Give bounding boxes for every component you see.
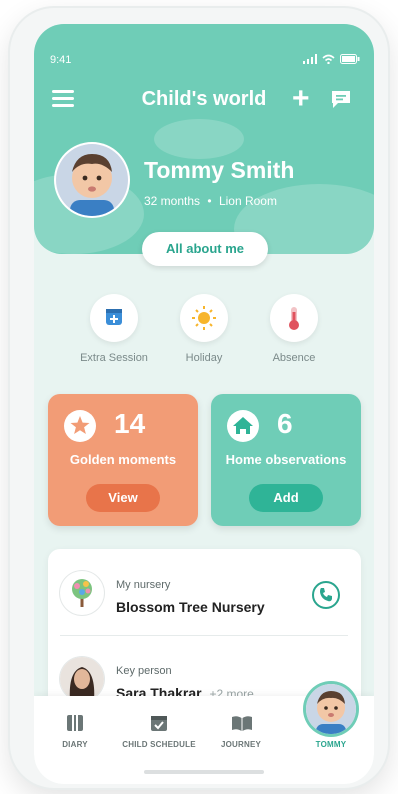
tab-diary[interactable]: DIARY	[34, 714, 120, 749]
golden-moments-label: Golden moments	[69, 452, 177, 467]
page-title: Child's world	[141, 88, 267, 110]
chat-icon	[332, 91, 350, 108]
home-observations-label: Home observations	[225, 452, 347, 467]
child-name: Tommy Smith	[144, 157, 295, 183]
tab-label: CHILD SCHEDULE	[122, 740, 196, 749]
nursery-caption: My nursery	[116, 579, 171, 591]
tab-journey[interactable]: JOURNEY	[196, 714, 286, 749]
message-button[interactable]	[330, 89, 352, 109]
all-about-me-button[interactable]: All about me	[142, 232, 268, 266]
tree-icon	[72, 579, 92, 607]
book-icon	[232, 716, 252, 731]
key-person-caption: Key person	[116, 665, 172, 677]
app-screen: 9:41 Child's world + Tommy Smith 32 mont…	[34, 24, 374, 784]
child-photo	[56, 144, 128, 216]
tommy-photo	[306, 684, 356, 734]
home-indicator[interactable]	[144, 770, 264, 774]
add-observation-button[interactable]: Add	[249, 484, 323, 512]
quick-action-absence[interactable]: Absence	[254, 294, 334, 364]
home-observations-card[interactable]: 6 Home observations Add	[211, 394, 361, 526]
house-badge	[227, 410, 259, 442]
star-badge	[64, 410, 96, 442]
wifi-icon	[322, 54, 335, 64]
add-button[interactable]: +	[292, 84, 310, 114]
nursery-logo	[60, 571, 104, 615]
status-bar: 9:41	[50, 54, 360, 66]
calendar-plus-icon	[106, 309, 122, 325]
view-button[interactable]: View	[86, 484, 160, 512]
battery-icon	[340, 54, 360, 64]
tab-child-schedule[interactable]: CHILD SCHEDULE	[114, 714, 204, 749]
quick-action-extra-session[interactable]: Extra Session	[74, 294, 154, 364]
child-avatar[interactable]	[56, 144, 128, 216]
thermometer-icon	[289, 307, 299, 330]
signal-icon	[303, 54, 317, 64]
diary-icon	[67, 715, 83, 731]
tab-label: TOMMY	[315, 740, 347, 749]
golden-moments-count: 14	[114, 408, 146, 439]
detail-separator: •	[207, 194, 212, 208]
header-banner: 9:41 Child's world + Tommy Smith 32 mont…	[34, 24, 374, 254]
quick-action-holiday[interactable]: Holiday	[164, 294, 244, 364]
child-room: Lion Room	[218, 194, 277, 208]
sun-icon	[192, 306, 216, 330]
divider	[60, 635, 348, 636]
home-observations-count: 6	[277, 408, 293, 439]
call-nursery-button[interactable]	[312, 581, 340, 609]
key-person-avatar	[60, 657, 104, 701]
phone-frame: 9:41 Child's world + Tommy Smith 32 mont…	[10, 8, 388, 788]
avatar[interactable]	[306, 684, 356, 734]
child-details: 32 months • Lion Room	[144, 194, 277, 208]
quick-action-label: Holiday	[185, 352, 223, 364]
child-age: 32 months	[144, 194, 201, 208]
nursery-name: Blossom Tree Nursery	[116, 599, 265, 615]
quick-action-label: Absence	[272, 352, 316, 364]
tab-label: JOURNEY	[220, 740, 262, 749]
schedule-icon	[151, 716, 167, 731]
tab-label: DIARY	[62, 740, 88, 749]
key-person-photo	[60, 657, 104, 701]
top-bar: Child's world +	[34, 84, 374, 116]
golden-moments-card[interactable]: 14 Golden moments View	[48, 394, 198, 526]
status-time: 9:41	[50, 54, 72, 66]
house-icon	[233, 417, 253, 434]
quick-action-label: Extra Session	[80, 352, 148, 364]
phone-icon	[320, 588, 332, 602]
star-icon	[70, 416, 90, 434]
